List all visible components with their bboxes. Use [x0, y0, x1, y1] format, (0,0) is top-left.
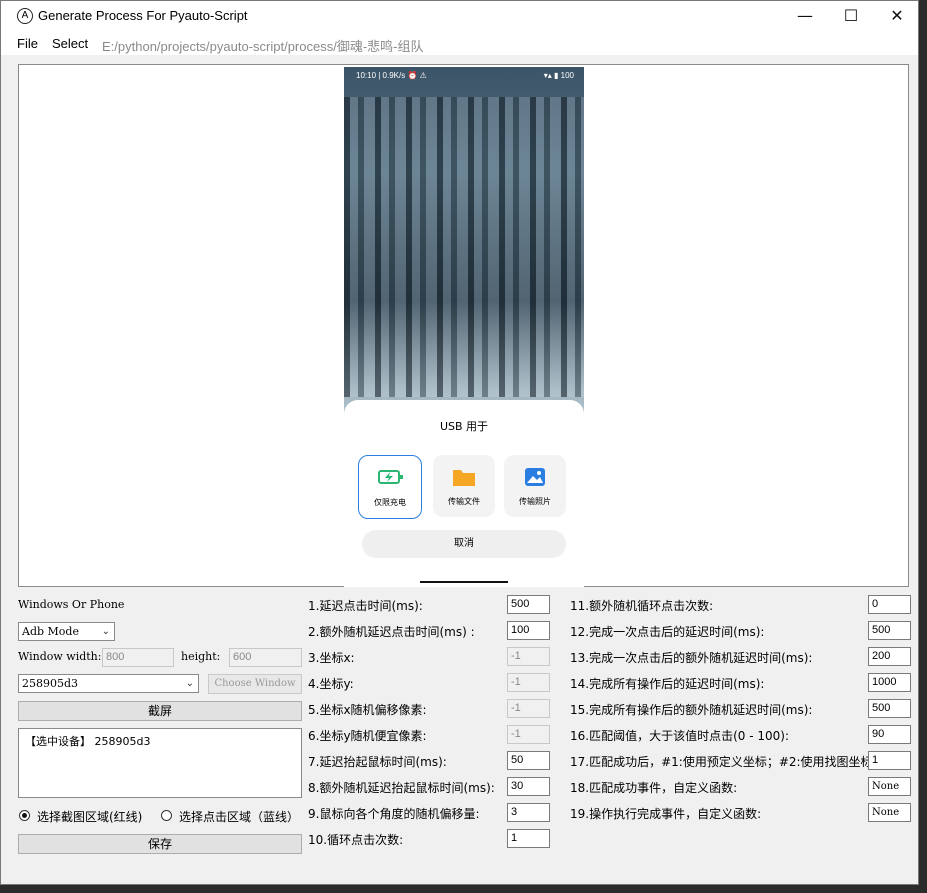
maximize-button[interactable]: ☐	[828, 1, 874, 31]
log-text: 【选中设备】 258905d3	[25, 735, 151, 748]
param-input[interactable]: 200	[868, 647, 911, 666]
param-label: 15.完成所有操作后的额外随机延迟时间(ms):	[570, 703, 813, 717]
usb-dialog: USB 用于 仅限充电 传输文件 传输照片 取消	[344, 400, 584, 587]
radio-capture-region[interactable]	[19, 810, 30, 821]
title-bar: A Generate Process For Pyauto-Script — ☐…	[1, 1, 918, 31]
param-label: 3.坐标x:	[308, 651, 355, 665]
param-label: 2.额外随机延迟点击时间(ms) :	[308, 625, 475, 639]
usb-option-files[interactable]: 传输文件	[433, 455, 495, 517]
usb-option-charge[interactable]: 仅限充电	[358, 455, 422, 519]
mode-select[interactable]: Adb Mode ⌄	[18, 622, 115, 641]
window-title: Generate Process For Pyauto-Script	[38, 8, 248, 23]
param-input[interactable]: -1	[507, 673, 550, 692]
param-label: 11.额外随机循环点击次数:	[570, 599, 714, 613]
usb-option-photos-label: 传输照片	[519, 497, 551, 506]
param-label: 16.匹配阈值，大于该值时点击(0 - 100):	[570, 729, 789, 743]
folder-icon	[453, 470, 475, 486]
window-width-label: Window width:	[18, 650, 102, 663]
param-input[interactable]: 100	[507, 621, 550, 640]
usb-cancel-button[interactable]: 取消	[362, 530, 566, 558]
status-bar-right: ▾▴ ▮ 100	[543, 71, 574, 80]
param-input[interactable]: -1	[507, 647, 550, 666]
param-input[interactable]: 1	[507, 829, 550, 848]
param-input[interactable]: 0	[868, 595, 911, 614]
param-label: 14.完成所有操作后的延迟时间(ms):	[570, 677, 765, 691]
param-input[interactable]: -1	[507, 725, 550, 744]
height-input[interactable]: 600	[229, 648, 302, 667]
window-width-input[interactable]: 800	[102, 648, 174, 667]
param-input[interactable]: 30	[507, 777, 550, 796]
param-input[interactable]: 500	[507, 595, 550, 614]
menu-bar: File Select E:/python/projects/pyauto-sc…	[1, 31, 918, 55]
chevron-down-icon: ⌄	[185, 678, 194, 689]
image-icon	[525, 468, 545, 486]
param-input[interactable]: None	[868, 803, 911, 822]
screenshot-preview[interactable]: 10:10 | 0.9K/s ⏰ ⚠ ▾▴ ▮ 100 支支付宝笔记WWPS O…	[18, 64, 909, 587]
param-input[interactable]: 500	[868, 699, 911, 718]
mode-select-value: Adb Mode	[22, 625, 79, 638]
close-button[interactable]: ✕	[874, 1, 918, 31]
usb-option-files-label: 传输文件	[448, 497, 480, 506]
process-path: E:/python/projects/pyauto-script/process…	[102, 39, 424, 54]
usb-dialog-title: USB 用于	[439, 420, 489, 433]
param-input[interactable]: 1	[868, 751, 911, 770]
radio-click-region[interactable]	[161, 810, 172, 821]
device-select[interactable]: 258905d3 ⌄	[18, 674, 199, 693]
status-bar-left: 10:10 | 0.9K/s ⏰ ⚠	[356, 71, 427, 80]
radio-capture-region-label: 选择截图区域(红线)	[37, 810, 143, 824]
param-label: 18.匹配成功事件，自定义函数:	[570, 781, 738, 795]
param-label: 8.额外随机延迟抬起鼠标时间(ms):	[308, 781, 495, 795]
param-label: 13.完成一次点击后的额外随机延迟时间(ms):	[570, 651, 813, 665]
save-button[interactable]: 保存	[18, 834, 302, 854]
param-input[interactable]: None	[868, 777, 911, 796]
minimize-button[interactable]: —	[782, 1, 828, 31]
param-input[interactable]: 3	[507, 803, 550, 822]
phone-screenshot[interactable]: 10:10 | 0.9K/s ⏰ ⚠ ▾▴ ▮ 100 支支付宝笔记WWPS O…	[344, 67, 584, 587]
param-input[interactable]: -1	[507, 699, 550, 718]
height-label: height:	[181, 650, 221, 663]
param-input[interactable]: 500	[868, 621, 911, 640]
app-logo-icon: A	[17, 8, 33, 24]
radio-click-region-label: 选择点击区域（蓝线）	[179, 810, 300, 824]
forest-wallpaper	[344, 97, 584, 397]
param-input[interactable]: 90	[868, 725, 911, 744]
param-label: 9.鼠标向各个角度的随机偏移量:	[308, 807, 480, 821]
param-label: 19.操作执行完成事件，自定义函数:	[570, 807, 762, 821]
log-output[interactable]: 【选中设备】 258905d3	[18, 728, 302, 798]
param-label: 1.延迟点击时间(ms):	[308, 599, 423, 613]
windows-or-phone-label: Windows Or Phone	[18, 598, 125, 611]
param-input[interactable]: 1000	[868, 673, 911, 692]
usb-option-charge-label: 仅限充电	[374, 498, 406, 507]
param-label: 12.完成一次点击后的延迟时间(ms):	[570, 625, 765, 639]
param-label: 17.匹配成功后，#1:使用预定义坐标；#2:使用找图坐标:	[570, 755, 877, 769]
param-input[interactable]: 50	[507, 751, 550, 770]
main-window: A Generate Process For Pyauto-Script — ☐…	[0, 0, 919, 885]
param-label: 6.坐标y随机便宜像素:	[308, 729, 427, 743]
menu-select[interactable]: Select	[52, 36, 88, 51]
param-label: 4.坐标y:	[308, 677, 354, 691]
param-label: 7.延迟抬起鼠标时间(ms):	[308, 755, 447, 769]
screenshot-button[interactable]: 截屏	[18, 701, 302, 721]
home-indicator	[420, 581, 508, 583]
choose-window-button[interactable]: Choose Window	[208, 674, 302, 694]
chevron-down-icon: ⌄	[101, 626, 110, 637]
usb-option-photos[interactable]: 传输照片	[504, 455, 566, 517]
battery-charging-icon	[378, 470, 403, 484]
menu-file[interactable]: File	[17, 36, 38, 51]
device-select-value: 258905d3	[22, 677, 79, 690]
background-strip	[919, 0, 927, 893]
param-label: 10.循环点击次数:	[308, 833, 404, 847]
param-label: 5.坐标x随机偏移像素:	[308, 703, 427, 717]
